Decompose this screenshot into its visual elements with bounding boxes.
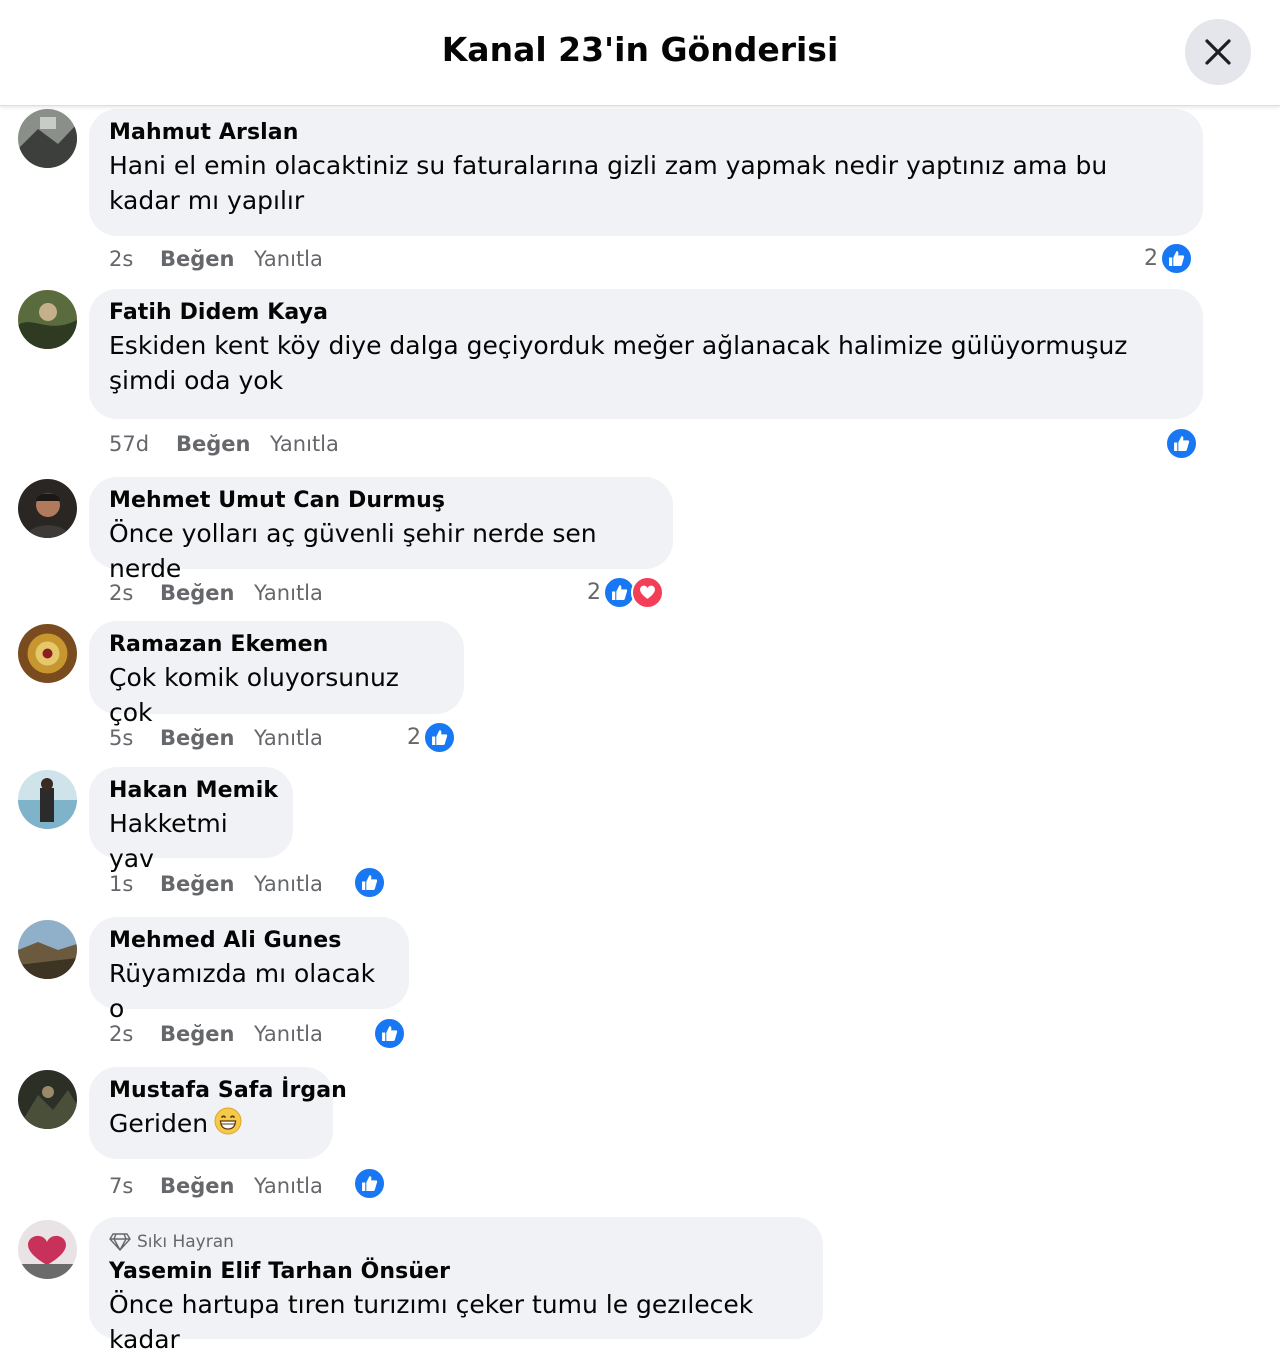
comment-text: Eskiden kent köy diye dalga geçiyorduk m… xyxy=(109,331,1128,395)
top-fan-badge: Sıkı Hayran xyxy=(109,1231,803,1253)
reply-button[interactable]: Yanıtla xyxy=(254,872,323,896)
close-button[interactable] xyxy=(1185,19,1251,85)
comment-bubble: Ramazan Ekemen Çok komik oluyorsunuz çok xyxy=(89,621,464,727)
comment-author[interactable]: Hakan Memik xyxy=(109,778,278,803)
comment-bubble: Fatih Didem Kaya Eskiden kent köy diye d… xyxy=(89,289,1203,419)
like-button[interactable]: Beğen xyxy=(160,726,234,750)
comment-text: Hani el emin olacaktiniz su faturalarına… xyxy=(109,151,1108,215)
comment-author[interactable]: Mustafa Safa İrgan xyxy=(109,1078,347,1103)
reply-button[interactable]: Yanıtla xyxy=(254,581,323,605)
dialog-title: Kanal 23'in Gönderisi xyxy=(441,30,839,69)
dialog-header: Kanal 23'in Gönderisi xyxy=(0,0,1280,106)
reply-button[interactable]: Yanıtla xyxy=(254,247,323,271)
comment-author[interactable]: Yasemin Elif Tarhan Önsüer xyxy=(109,1259,803,1284)
avatar[interactable] xyxy=(18,624,77,683)
reaction-summary[interactable] xyxy=(353,1167,386,1200)
reaction-summary[interactable]: 2 xyxy=(587,576,664,609)
comment-time[interactable]: 2s xyxy=(109,1022,133,1046)
like-button[interactable]: Beğen xyxy=(160,1022,234,1046)
avatar[interactable] xyxy=(18,290,77,349)
reply-button[interactable]: Yanıtla xyxy=(254,1022,323,1046)
avatar[interactable] xyxy=(18,1220,77,1279)
badge-label: Sıkı Hayran xyxy=(137,1232,234,1252)
grinning-face-icon xyxy=(214,1107,242,1144)
like-reaction-icon xyxy=(1165,427,1198,460)
comment-author[interactable]: Mahmut Arslan xyxy=(109,120,1183,145)
comment-author[interactable]: Fatih Didem Kaya xyxy=(109,300,1183,325)
comment-text: Çok komik oluyorsunuz çok xyxy=(109,663,399,727)
like-button[interactable]: Beğen xyxy=(160,247,234,271)
reaction-summary[interactable]: 2 xyxy=(1144,242,1193,275)
comment-text-content: Geriden xyxy=(109,1109,209,1138)
reaction-count: 2 xyxy=(1144,246,1158,271)
comment-text: Geriden xyxy=(109,1106,313,1144)
reaction-summary[interactable]: 2 xyxy=(407,721,456,754)
comment-text: Rüyamızda mı olacak o xyxy=(109,959,376,1023)
avatar[interactable] xyxy=(18,479,77,538)
like-reaction-icon xyxy=(353,866,386,899)
like-button[interactable]: Beğen xyxy=(160,581,234,605)
comment-text: Hakketmi yav xyxy=(109,809,228,873)
diamond-icon xyxy=(109,1233,131,1251)
avatar[interactable] xyxy=(18,770,77,829)
reaction-count: 2 xyxy=(587,580,601,605)
comment-time[interactable]: 5s xyxy=(109,726,133,750)
avatar[interactable] xyxy=(18,109,77,168)
comment-text: Önce yolları aç güvenli şehir nerde sen … xyxy=(109,519,597,583)
comment-bubble: Mehmed Ali Gunes Rüyamızda mı olacak o xyxy=(89,917,409,1023)
comment-bubble: Mustafa Safa İrgan Geriden xyxy=(89,1067,347,1159)
like-reaction-icon xyxy=(423,721,456,754)
comment-bubble: Sıkı Hayran Yasemin Elif Tarhan Önsüer Ö… xyxy=(89,1217,823,1354)
like-reaction-icon xyxy=(353,1167,386,1200)
comment-time[interactable]: 2s xyxy=(109,581,133,605)
comment-author[interactable]: Ramazan Ekemen xyxy=(109,632,444,657)
love-reaction-icon xyxy=(631,576,664,609)
like-button[interactable]: Beğen xyxy=(176,432,250,456)
reaction-summary[interactable] xyxy=(353,866,386,899)
like-reaction-icon xyxy=(1160,242,1193,275)
reply-button[interactable]: Yanıtla xyxy=(254,1174,323,1198)
comment-time[interactable]: 7s xyxy=(109,1174,133,1198)
like-reaction-icon xyxy=(373,1017,406,1050)
reply-button[interactable]: Yanıtla xyxy=(254,726,323,750)
avatar[interactable] xyxy=(18,1070,77,1129)
comment-bubble: Mehmet Umut Can Durmuş Önce yolları aç g… xyxy=(89,477,673,583)
reaction-summary[interactable] xyxy=(373,1017,406,1050)
comment-time[interactable]: 1s xyxy=(109,872,133,896)
like-button[interactable]: Beğen xyxy=(160,872,234,896)
like-button[interactable]: Beğen xyxy=(160,1174,234,1198)
reaction-summary[interactable] xyxy=(1165,427,1198,460)
comment-bubble: Mahmut Arslan Hani el emin olacaktiniz s… xyxy=(89,109,1203,236)
avatar[interactable] xyxy=(18,920,77,979)
comment-author[interactable]: Mehmed Ali Gunes xyxy=(109,928,389,953)
reply-button[interactable]: Yanıtla xyxy=(270,432,339,456)
comment-time[interactable]: 57d xyxy=(109,432,149,456)
close-icon xyxy=(1205,39,1231,65)
comment-author[interactable]: Mehmet Umut Can Durmuş xyxy=(109,488,653,513)
comment-bubble: Hakan Memik Hakketmi yav xyxy=(89,767,293,873)
comment-time[interactable]: 2s xyxy=(109,247,133,271)
reaction-count: 2 xyxy=(407,725,421,750)
